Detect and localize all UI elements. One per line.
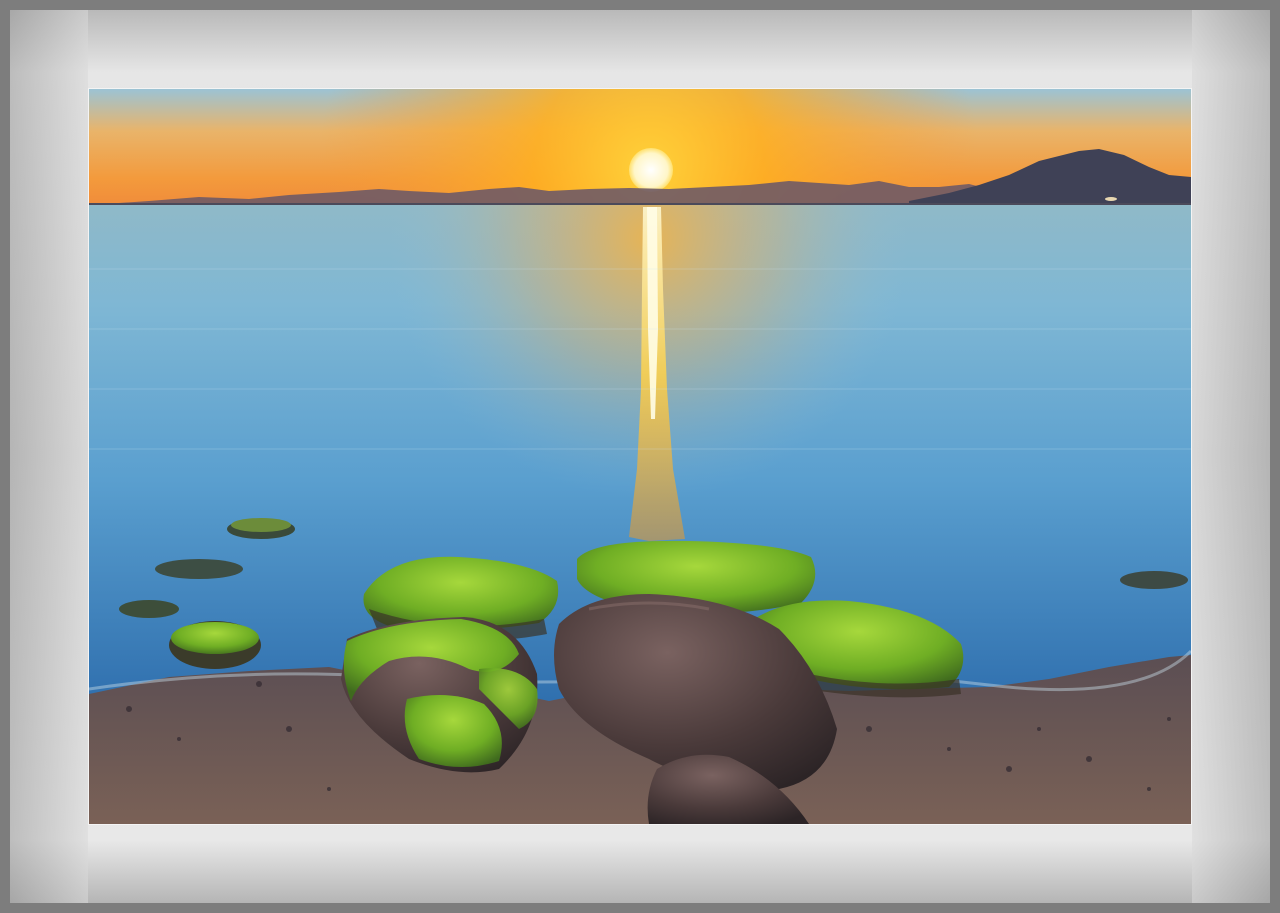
small-rock — [155, 559, 243, 579]
photograph — [88, 88, 1192, 825]
sunset-scene — [89, 89, 1191, 824]
mat-right-shade — [1192, 10, 1270, 903]
small-rock — [119, 600, 179, 618]
sun — [629, 148, 673, 192]
mat-left-shade — [10, 10, 88, 903]
small-rock-moss — [231, 518, 291, 532]
small-rock — [1120, 571, 1188, 589]
outer-frame — [0, 0, 1280, 913]
distant-boat — [1105, 197, 1117, 201]
moss — [171, 622, 259, 654]
